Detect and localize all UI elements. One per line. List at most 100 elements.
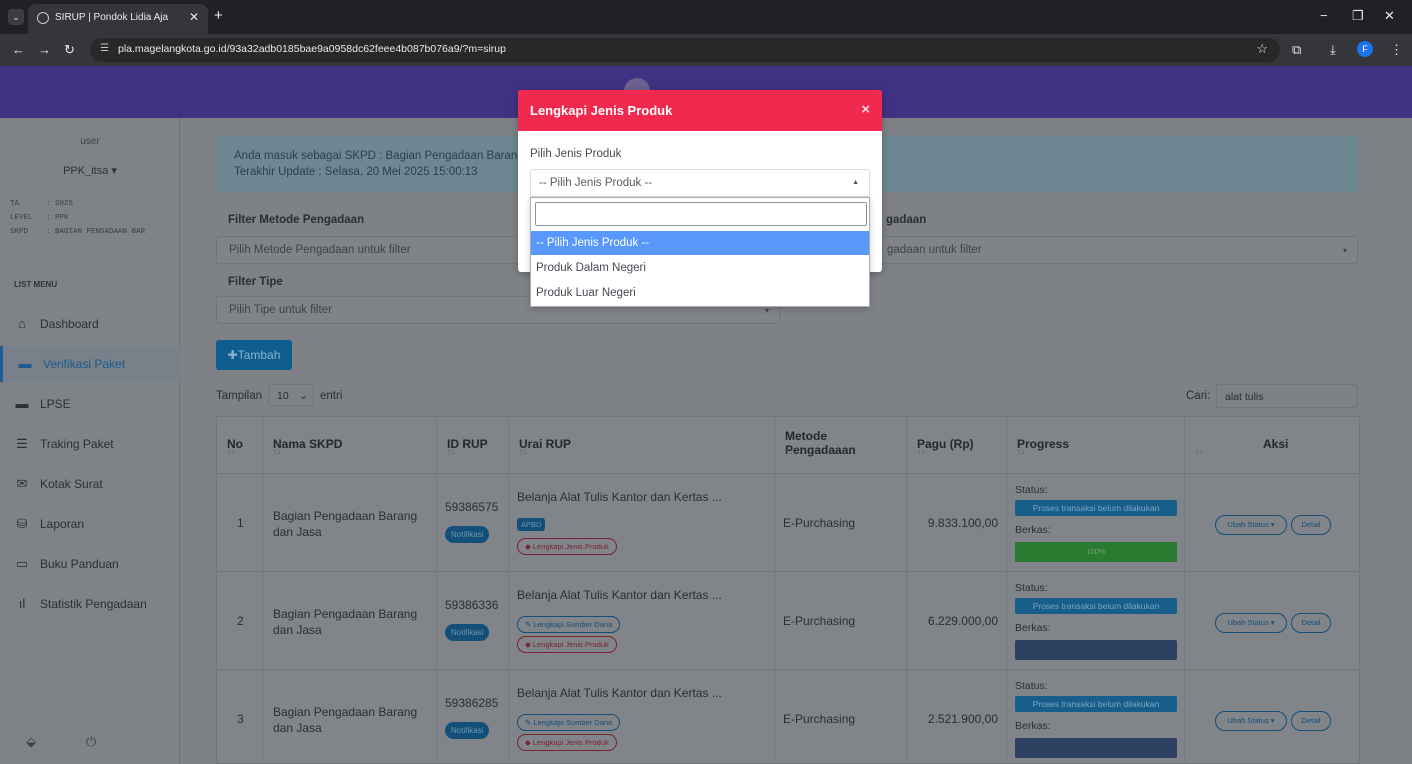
notifikasi-badge[interactable]: Notifikasi: [445, 526, 490, 543]
status-badge: Proses transaksi belum dilakukan: [1015, 500, 1177, 516]
browser-tab-bar: ⌄ SIRUP | Pondok Lidia Aja ✕ + − ❐ ✕: [0, 0, 1412, 34]
apbd-badge: APBD: [517, 518, 546, 531]
bookmark-star-icon[interactable]: ☆: [1256, 41, 1268, 57]
sidebar-item-lpse[interactable]: ▬ LPSE: [0, 386, 180, 422]
meta-level: LEVEL : PPK: [10, 214, 69, 222]
window-close-icon[interactable]: ✕: [1384, 8, 1395, 24]
hdd-icon: ⛁: [16, 516, 28, 531]
forward-icon[interactable]: →: [38, 42, 51, 57]
col-header-urai-rup[interactable]: Urai RUP ↑↓: [509, 417, 775, 473]
browser-tab[interactable]: SIRUP | Pondok Lidia Aja ✕: [28, 4, 208, 34]
download-icon[interactable]: ⤓: [1330, 42, 1336, 58]
berkas-progress-bar: [1015, 640, 1177, 660]
bar-chart-icon: ıl: [18, 596, 26, 611]
filter-right-select[interactable]: gadaan untuk filter ▾: [870, 236, 1358, 264]
theme-icon[interactable]: ⬙: [26, 734, 36, 750]
url-field[interactable]: ☰ pla.magelangkota.go.id/93a32adb0185bae…: [90, 38, 1280, 62]
detail-button[interactable]: Detail: [1291, 613, 1331, 633]
entries-suffix: entri: [320, 390, 343, 402]
col-header-nama-skpd[interactable]: Nama SKPD ↑↓: [263, 417, 437, 473]
reload-icon[interactable]: ↻: [64, 42, 75, 58]
detail-button[interactable]: Detail: [1291, 515, 1331, 535]
sort-icon: ↑↓: [447, 447, 455, 456]
jenis-produk-select[interactable]: -- Pilih Jenis Produk -- ▲: [530, 169, 870, 197]
sidebar-item-statistik-pengadaan[interactable]: ıl Statistik Pengadaan: [0, 586, 180, 622]
col-header-no[interactable]: No ↑↓: [217, 417, 263, 473]
sidebar-item-laporan[interactable]: ⛁ Laporan: [0, 506, 180, 542]
sidebar-item-verifikasi-paket[interactable]: ▬ Verifikasi Paket: [0, 346, 180, 382]
option-pilih[interactable]: -- Pilih Jenis Produk --: [531, 231, 869, 255]
table-row: 3 Bagian Pengadaan Barang dan Jasa 59386…: [217, 669, 1361, 764]
lengkapi-jenis-produk-button[interactable]: ◆ Lengkapi Jenis Produk: [517, 538, 617, 555]
modal-header: Lengkapi Jenis Produk ×: [518, 90, 882, 131]
notifikasi-badge[interactable]: Notifikasi: [445, 624, 490, 641]
edit-icon: ✎: [525, 620, 532, 629]
entries-select[interactable]: 10 ⌄: [268, 384, 314, 406]
more-menu-icon[interactable]: ⋮: [1390, 42, 1403, 58]
alert-last-update: Terakhir Update : Selasa, 20 Mei 2025 15…: [234, 166, 478, 178]
add-button[interactable]: ✚Tambah: [216, 340, 292, 370]
option-luar-negeri[interactable]: Produk Luar Negeri: [531, 281, 869, 305]
restore-icon[interactable]: ❐: [1352, 8, 1364, 24]
edit-icon: ✎: [525, 718, 532, 727]
sidebar-item-buku-panduan[interactable]: ▭ Buku Panduan: [0, 546, 180, 582]
user-avatar: user: [80, 136, 100, 147]
data-table: No ↑↓ Nama SKPD ↑↓ ID RUP ↑↓ Urai RUP ↑↓ Met…: [216, 416, 1361, 764]
power-icon[interactable]: ⏻: [86, 734, 96, 750]
lengkapi-sumber-dana-button[interactable]: ✎ Lengkapi Sumber Dana: [517, 616, 621, 633]
meta-ta: TA : 2025: [10, 200, 74, 208]
entries-prefix: Tampilan: [216, 390, 263, 402]
sort-icon: ↑↓: [227, 447, 235, 456]
sidebar-item-kotak-surat[interactable]: ✉ Kotak Surat: [0, 466, 180, 502]
berkas-progress-bar: [1015, 738, 1177, 758]
list-icon: ☰: [16, 436, 28, 451]
list-menu-heading: LIST MENU: [14, 280, 58, 289]
profile-avatar[interactable]: F: [1357, 41, 1373, 57]
site-info-icon[interactable]: ☰: [100, 43, 109, 54]
tab-search-icon[interactable]: ⌄: [8, 9, 24, 25]
search-input[interactable]: alat tulis: [1216, 384, 1358, 408]
tab-title: SIRUP | Pondok Lidia Aja: [55, 12, 169, 23]
lengkapi-jenis-produk-button[interactable]: ◆ Lengkapi Jenis Produk: [517, 734, 617, 751]
home-icon: ⌂: [18, 316, 26, 331]
close-tab-icon[interactable]: ✕: [189, 10, 199, 24]
filter-tipe-label: Filter Tipe: [228, 276, 283, 288]
id-rup: 59386575: [445, 500, 499, 514]
jenis-produk-label: Pilih Jenis Produk: [530, 148, 622, 160]
chevron-down-icon: ▾: [1342, 246, 1347, 255]
back-icon[interactable]: ←: [12, 42, 25, 57]
urai-rup: Belanja Alat Tulis Kantor dan Kertas ...: [517, 588, 722, 602]
status-badge: Proses transaksi belum dilakukan: [1015, 696, 1177, 712]
col-header-metode[interactable]: Metode Pengadaaan ↑↓: [775, 417, 907, 473]
ubah-status-button[interactable]: Ubah Status ▾: [1215, 613, 1287, 633]
col-header-id-rup[interactable]: ID RUP ↑↓: [437, 417, 509, 473]
user-menu[interactable]: PPK_itsa ▾: [0, 164, 180, 177]
plus-icon: ✚: [227, 348, 238, 362]
close-icon[interactable]: ×: [861, 101, 870, 118]
sidebar-item-dashboard[interactable]: ⌂ Dashboard: [0, 306, 180, 342]
col-header-aksi[interactable]: Aksi ↑↓: [1185, 417, 1361, 473]
option-dalam-negeri[interactable]: Produk Dalam Negeri: [531, 256, 869, 280]
dropdown-search-input[interactable]: [535, 202, 867, 226]
detail-button[interactable]: Detail: [1291, 711, 1331, 731]
sidebar-item-traking-paket[interactable]: ☰ Traking Paket: [0, 426, 180, 462]
lengkapi-jenis-produk-button[interactable]: ◆ Lengkapi Jenis Produk: [517, 636, 617, 653]
col-header-progress[interactable]: Progress ↑↓: [1007, 417, 1185, 473]
tag-icon: ◆: [525, 542, 531, 551]
lengkapi-sumber-dana-button[interactable]: ✎ Lengkapi Sumber Dana: [517, 714, 621, 731]
tag-icon: ◆: [525, 640, 531, 649]
chevron-down-icon: ▾: [764, 306, 769, 315]
minimize-icon[interactable]: −: [1320, 8, 1328, 23]
search-label: Cari:: [1186, 390, 1211, 402]
col-header-pagu[interactable]: Pagu (Rp) ↑↓: [907, 417, 1007, 473]
sort-icon: ↑↓: [519, 447, 527, 456]
notifikasi-badge[interactable]: Notifikasi: [445, 722, 490, 739]
new-tab-icon[interactable]: +: [214, 7, 223, 24]
ubah-status-button[interactable]: Ubah Status ▾: [1215, 711, 1287, 731]
table-row: 2 Bagian Pengadaan Barang dan Jasa 59386…: [217, 571, 1361, 670]
id-rup: 59386336: [445, 598, 499, 612]
extensions-icon[interactable]: ⧉: [1292, 42, 1301, 58]
filter-right-label: gadaan: [886, 214, 927, 226]
ubah-status-button[interactable]: Ubah Status ▾: [1215, 515, 1287, 535]
urai-rup: Belanja Alat Tulis Kantor dan Kertas ...: [517, 490, 722, 504]
